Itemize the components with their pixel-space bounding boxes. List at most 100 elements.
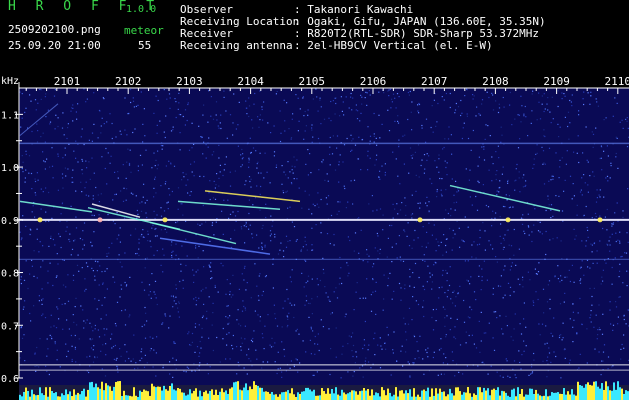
noise-speck	[98, 299, 100, 301]
noise-speck	[240, 154, 242, 156]
noise-speck	[422, 226, 424, 228]
noise-speck	[177, 221, 179, 223]
noise-speck	[394, 120, 396, 122]
noise-speck	[213, 151, 215, 153]
noise-speck	[483, 332, 485, 334]
intensity-bar	[39, 387, 41, 400]
noise-speck	[606, 175, 609, 177]
noise-speck	[140, 235, 142, 237]
noise-speck	[72, 107, 74, 109]
noise-speck	[257, 116, 259, 118]
noise-speck	[137, 170, 139, 172]
noise-speck	[542, 288, 545, 290]
noise-speck	[399, 209, 402, 211]
noise-speck	[453, 336, 455, 338]
noise-speck	[153, 210, 155, 212]
noise-speck	[23, 279, 26, 281]
noise-speck	[417, 202, 419, 204]
noise-speck	[185, 238, 187, 240]
noise-speck	[466, 88, 468, 90]
noise-speck	[617, 167, 619, 169]
noise-speck	[246, 113, 248, 115]
noise-speck	[451, 153, 453, 155]
noise-speck	[407, 91, 409, 94]
intensity-bar	[175, 390, 177, 400]
noise-speck	[264, 244, 266, 246]
noise-speck	[418, 112, 420, 114]
noise-speck	[443, 146, 445, 149]
noise-speck	[105, 354, 107, 356]
noise-speck	[104, 270, 106, 272]
noise-speck	[141, 325, 143, 328]
noise-speck	[331, 312, 333, 314]
noise-speck	[191, 370, 193, 372]
noise-speck	[401, 202, 403, 204]
noise-speck	[285, 174, 287, 176]
noise-speck	[353, 371, 355, 373]
x-tick-label: 2105	[299, 75, 326, 88]
noise-speck	[441, 286, 443, 288]
noise-speck	[578, 367, 580, 369]
noise-speck	[124, 97, 126, 99]
noise-speck	[400, 287, 402, 289]
noise-speck	[473, 95, 475, 97]
noise-speck	[450, 298, 452, 300]
intensity-bar	[345, 394, 347, 400]
noise-speck	[187, 102, 189, 104]
noise-speck	[273, 155, 275, 157]
noise-speck	[569, 280, 571, 283]
noise-speck	[370, 294, 372, 296]
noise-speck	[114, 223, 116, 225]
noise-speck	[93, 214, 95, 217]
intensity-bar	[431, 388, 433, 400]
noise-speck	[583, 274, 585, 276]
noise-speck	[201, 336, 203, 338]
noise-speck	[411, 319, 413, 321]
noise-speck	[359, 367, 361, 369]
intensity-bar	[25, 387, 27, 400]
noise-speck	[146, 362, 148, 364]
noise-speck	[596, 197, 598, 199]
noise-speck	[482, 361, 484, 363]
noise-speck	[479, 114, 481, 116]
intensity-bar	[87, 389, 89, 400]
noise-speck	[380, 345, 382, 347]
noise-speck	[367, 261, 369, 263]
noise-speck	[287, 316, 289, 318]
noise-speck	[586, 328, 588, 330]
y-tick-label: 0.9	[1, 216, 19, 227]
noise-speck	[407, 361, 409, 363]
noise-speck	[237, 145, 239, 147]
noise-speck	[47, 109, 49, 111]
noise-speck	[50, 314, 52, 316]
noise-speck	[473, 291, 476, 293]
noise-speck	[524, 105, 526, 108]
noise-speck	[410, 155, 412, 157]
noise-speck	[222, 233, 224, 235]
y-tick-label: 1.0	[1, 163, 19, 174]
noise-speck	[258, 247, 260, 249]
noise-speck	[126, 351, 128, 353]
noise-speck	[398, 96, 400, 98]
noise-speck	[248, 105, 251, 107]
noise-speck	[178, 113, 180, 116]
noise-speck	[422, 259, 424, 261]
noise-speck	[190, 163, 192, 165]
noise-speck	[384, 171, 386, 174]
noise-speck	[213, 234, 215, 236]
noise-speck	[502, 237, 505, 239]
noise-speck	[590, 321, 592, 323]
noise-speck	[286, 326, 288, 328]
noise-speck	[114, 323, 117, 325]
intensity-bar	[103, 390, 105, 400]
noise-speck	[349, 239, 351, 242]
noise-speck	[520, 368, 522, 370]
noise-speck	[270, 346, 273, 348]
noise-speck	[209, 266, 211, 268]
noise-speck	[569, 175, 572, 177]
noise-speck	[160, 215, 163, 217]
noise-speck	[292, 113, 294, 115]
noise-speck	[229, 358, 231, 360]
noise-speck	[591, 295, 593, 298]
noise-speck	[35, 109, 37, 111]
